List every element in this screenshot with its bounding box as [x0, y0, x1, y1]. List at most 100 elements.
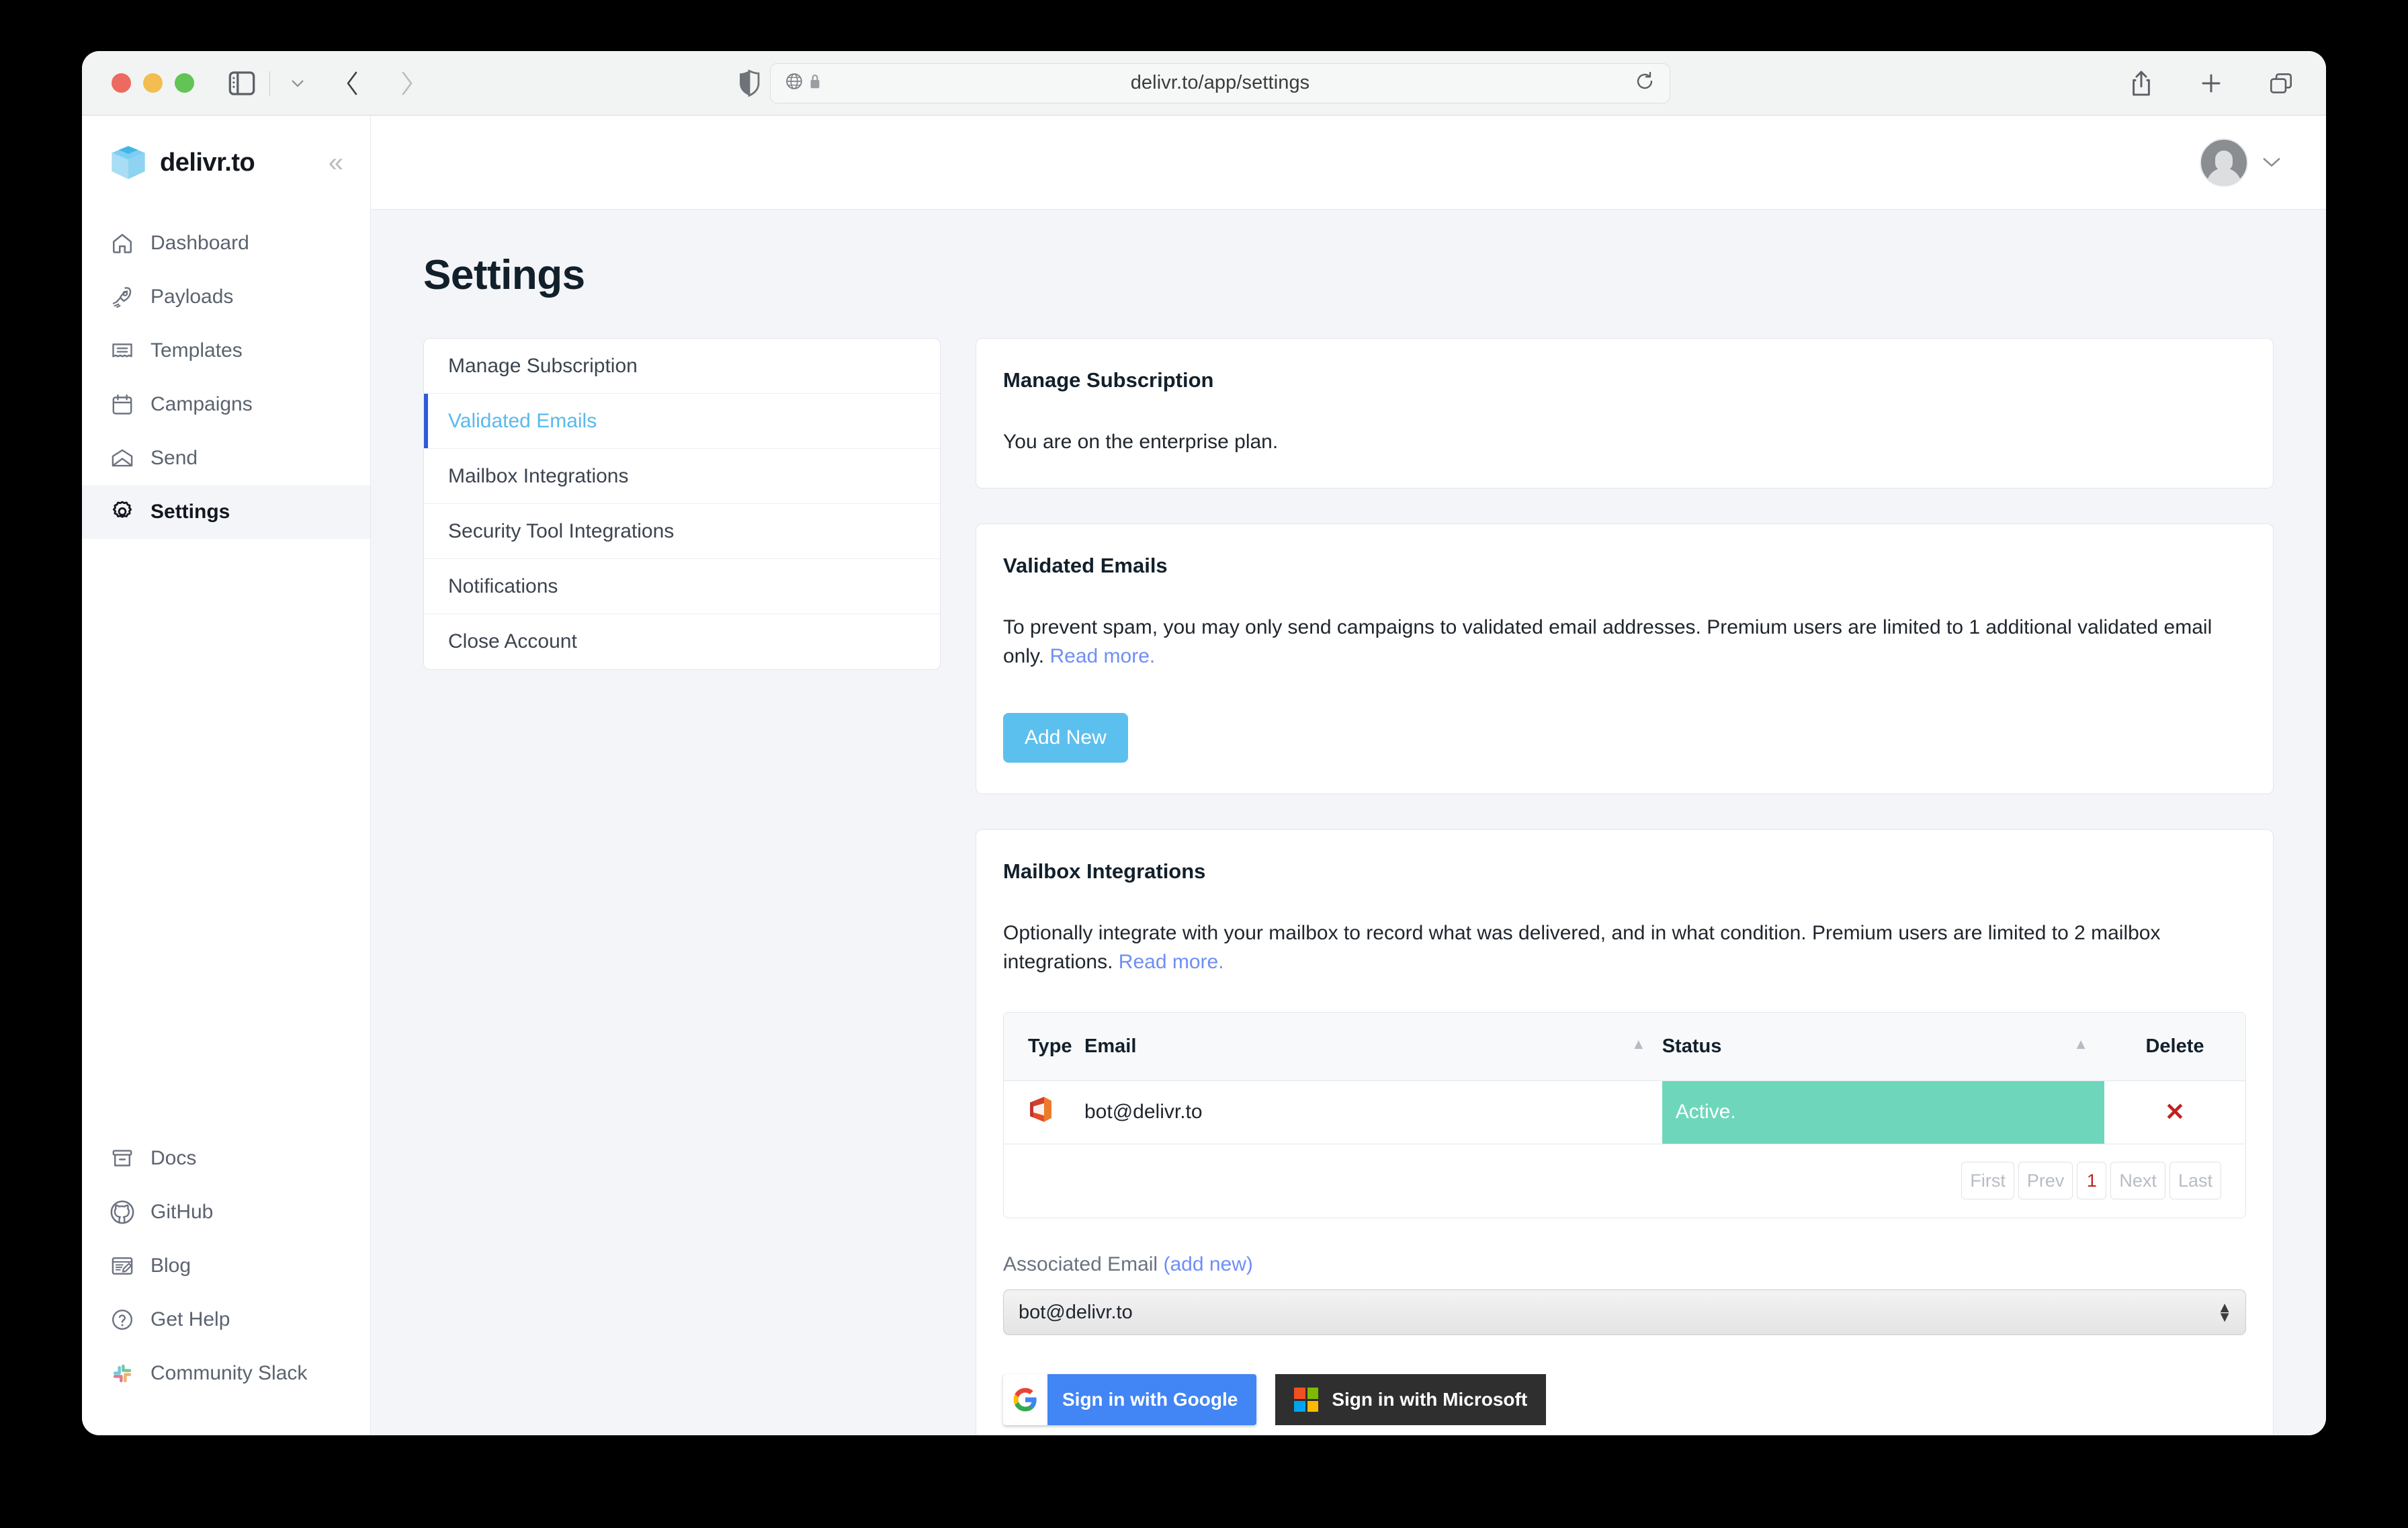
sidebar-item-label: GitHub: [150, 1201, 214, 1223]
select-stepper-arrows-icon[interactable]: ▲ ▼: [2217, 1300, 2232, 1324]
sidebar-item-get-help[interactable]: Get Help: [82, 1293, 370, 1347]
sidebar-item-label: Settings: [150, 501, 230, 523]
minimize-window-button[interactable]: [143, 73, 163, 93]
main-pane: Settings Manage Subscription Validated E…: [371, 116, 2326, 1435]
tab-label: Security Tool Integrations: [448, 519, 675, 542]
column-header-email-label: Email: [1084, 1035, 1137, 1057]
pagination-page-1-button[interactable]: 1: [2077, 1162, 2107, 1200]
table-footer-row: First Prev 1 Next Last: [1004, 1144, 2245, 1218]
cell-type: [1004, 1080, 1084, 1144]
sidebar-item-github[interactable]: GitHub: [82, 1185, 370, 1239]
close-window-button[interactable]: [112, 73, 131, 93]
card-title: Manage Subscription: [1003, 368, 1214, 392]
sidebar-item-campaigns[interactable]: Campaigns: [82, 378, 370, 431]
tab-notifications[interactable]: Notifications: [424, 559, 940, 614]
github-icon: [109, 1199, 136, 1226]
pagination-next-button[interactable]: Next: [2110, 1162, 2165, 1200]
rocket-icon: [109, 284, 136, 310]
page-title: Settings: [423, 252, 585, 298]
card-title: Validated Emails: [1003, 553, 1168, 577]
card-title: Mailbox Integrations: [1003, 859, 1206, 883]
add-new-email-link[interactable]: (add new): [1163, 1253, 1252, 1275]
column-header-email[interactable]: Email ▲: [1084, 1012, 1662, 1081]
reload-icon[interactable]: [1635, 71, 1655, 95]
browser-window: delivr.to/app/settings delivr.to « Dashb…: [82, 51, 2326, 1435]
question-circle-icon: [109, 1306, 136, 1333]
office365-icon: [1028, 1097, 1054, 1128]
avatar[interactable]: [2200, 138, 2248, 187]
shield-icon[interactable]: [738, 69, 761, 97]
forward-arrow-icon[interactable]: [391, 68, 422, 99]
chevron-down-icon[interactable]: [2260, 151, 2283, 174]
tab-manage-subscription[interactable]: Manage Subscription: [424, 339, 940, 394]
sidebar-item-templates[interactable]: Templates: [82, 324, 370, 378]
brand-name: delivr.to: [160, 148, 255, 177]
secondary-nav: Docs GitHub Blog Get Help Community Slac…: [82, 1132, 370, 1435]
google-g-icon: [1003, 1374, 1047, 1425]
sidebar-item-blog[interactable]: Blog: [82, 1239, 370, 1293]
pagination-last-button[interactable]: Last: [2169, 1162, 2221, 1200]
cell-email: bot@delivr.to: [1084, 1080, 1662, 1144]
microsoft-logo-icon: [1294, 1388, 1319, 1412]
sort-ascending-icon[interactable]: ▲: [2073, 1035, 2088, 1053]
app-sidebar: delivr.to « Dashboard Payloads Templates…: [82, 116, 371, 1435]
sidebar-item-send[interactable]: Send: [82, 431, 370, 485]
tab-validated-emails[interactable]: Validated Emails: [424, 394, 940, 449]
maximize-window-button[interactable]: [175, 73, 194, 93]
sidebar-item-dashboard[interactable]: Dashboard: [82, 216, 370, 270]
sidebar-item-label: Payloads: [150, 286, 234, 308]
sign-in-with-google-label: Sign in with Google: [1062, 1389, 1238, 1410]
sort-ascending-icon[interactable]: ▲: [1631, 1035, 1646, 1053]
envelope-icon: [109, 445, 136, 472]
status-badge: Active.: [1662, 1080, 2104, 1144]
browser-nav-buttons: [337, 68, 422, 99]
column-header-delete: Delete: [2104, 1012, 2245, 1081]
sidebar-item-label: Get Help: [150, 1308, 230, 1330]
sidebar-toggle-group: [226, 68, 313, 99]
tab-mailbox-integrations[interactable]: Mailbox Integrations: [424, 449, 940, 504]
tab-security-tool-integrations[interactable]: Security Tool Integrations: [424, 504, 940, 559]
pagination: First Prev 1 Next Last: [1004, 1162, 2245, 1200]
read-more-link[interactable]: Read more.: [1119, 951, 1224, 973]
back-arrow-icon[interactable]: [337, 68, 368, 99]
validated-emails-description: To prevent spam, you may only send campa…: [1003, 616, 2212, 668]
associated-email-selected-value: bot@delivr.to: [1019, 1301, 1133, 1323]
sidebar-item-payloads[interactable]: Payloads: [82, 270, 370, 324]
add-new-button[interactable]: Add New: [1003, 712, 1128, 763]
card-body-text: Optionally integrate with your mailbox t…: [1003, 919, 2246, 977]
pagination-prev-button[interactable]: Prev: [2018, 1162, 2073, 1200]
associated-email-label-text: Associated Email: [1003, 1253, 1158, 1275]
pagination-cell: First Prev 1 Next Last: [1004, 1144, 2245, 1218]
plus-icon[interactable]: [2196, 68, 2227, 99]
sign-in-with-google-button[interactable]: Sign in with Google: [1003, 1374, 1257, 1425]
pagination-first-button[interactable]: First: [1961, 1162, 2014, 1200]
read-more-link[interactable]: Read more.: [1050, 645, 1156, 667]
sidebar-item-label: Dashboard: [150, 232, 249, 254]
template-icon: [109, 337, 136, 364]
tab-label: Manage Subscription: [448, 354, 638, 377]
settings-content: Settings Manage Subscription Validated E…: [371, 210, 2326, 1435]
tab-close-account[interactable]: Close Account: [424, 614, 940, 669]
sidebar-item-community-slack[interactable]: Community Slack: [82, 1347, 370, 1400]
collapse-sidebar-button[interactable]: «: [329, 149, 343, 176]
tab-label: Close Account: [448, 630, 577, 652]
sidebar-item-label: Docs: [150, 1147, 197, 1169]
home-icon: [109, 230, 136, 257]
sidebar-item-label: Blog: [150, 1255, 191, 1277]
delete-row-button[interactable]: ✕: [2165, 1098, 2185, 1126]
url-bar[interactable]: delivr.to/app/settings: [770, 62, 1670, 103]
sidebar-item-label: Campaigns: [150, 393, 253, 415]
associated-email-select[interactable]: bot@delivr.to ▲ ▼: [1003, 1289, 2246, 1335]
archive-icon: [109, 1145, 136, 1172]
settings-tablist: Manage Subscription Validated Emails Mai…: [423, 338, 941, 670]
chevron-down-icon[interactable]: [282, 68, 313, 99]
sidebar-toggle-icon[interactable]: [226, 68, 257, 99]
column-header-status[interactable]: Status ▲: [1662, 1012, 2104, 1081]
tab-overview-icon[interactable]: [2266, 68, 2296, 99]
sidebar-item-docs[interactable]: Docs: [82, 1132, 370, 1185]
card-body-text: To prevent spam, you may only send campa…: [1003, 613, 2246, 671]
sidebar-item-settings[interactable]: Settings: [82, 485, 370, 539]
share-icon[interactable]: [2126, 68, 2157, 99]
sidebar-item-label: Send: [150, 447, 198, 469]
sign-in-with-microsoft-button[interactable]: Sign in with Microsoft: [1275, 1374, 1547, 1425]
